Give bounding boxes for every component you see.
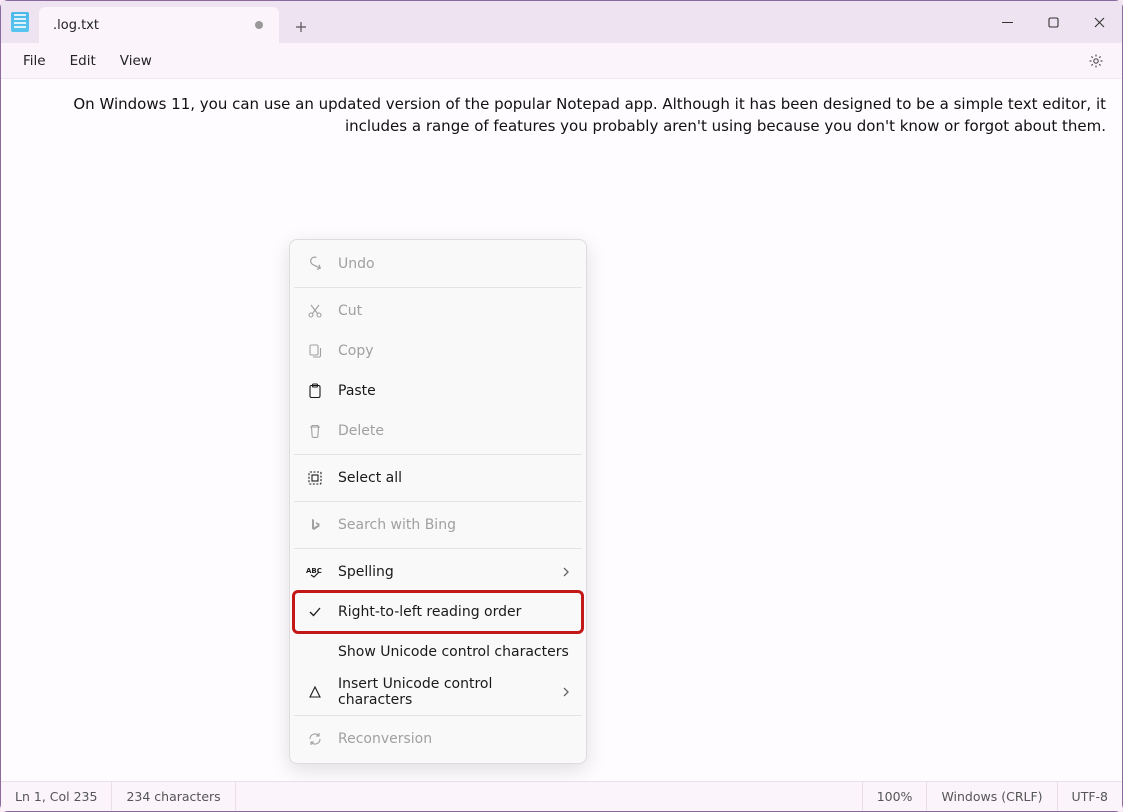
tab-title: .log.txt — [53, 18, 247, 33]
status-position[interactable]: Ln 1, Col 235 — [1, 782, 112, 811]
ctx-search-bing: Search with Bing — [294, 505, 582, 545]
ctx-rtl-reading-order[interactable]: Right-to-left reading order — [294, 592, 582, 632]
ctx-show-unicode[interactable]: Show Unicode control characters — [294, 632, 582, 672]
ctx-label: Copy — [338, 343, 570, 359]
ctx-reconversion: Reconversion — [294, 719, 582, 759]
titlebar: .log.txt — [1, 1, 1122, 43]
tab-active[interactable]: .log.txt — [39, 7, 279, 43]
check-icon — [306, 603, 324, 621]
ctx-label: Select all — [338, 470, 570, 486]
context-menu: Undo Cut Copy Paste Delete Select all Se… — [289, 239, 587, 764]
ctx-copy: Copy — [294, 331, 582, 371]
chevron-right-icon — [562, 566, 570, 578]
copy-icon — [306, 342, 324, 360]
insert-unicode-icon — [306, 683, 324, 701]
ctx-spelling[interactable]: ABC Spelling — [294, 552, 582, 592]
menubar: File Edit View — [1, 43, 1122, 79]
spelling-icon: ABC — [306, 563, 324, 581]
svg-text:ABC: ABC — [306, 567, 322, 575]
ctx-label: Cut — [338, 303, 570, 319]
paste-icon — [306, 382, 324, 400]
new-tab-button[interactable] — [283, 11, 319, 43]
minimize-button[interactable] — [984, 1, 1030, 43]
bing-icon — [306, 516, 324, 534]
ctx-label: Show Unicode control characters — [338, 644, 570, 660]
ctx-select-all[interactable]: Select all — [294, 458, 582, 498]
menu-edit[interactable]: Edit — [58, 49, 108, 73]
ctx-paste[interactable]: Paste — [294, 371, 582, 411]
ctx-undo: Undo — [294, 244, 582, 284]
ctx-label: Insert Unicode control characters — [338, 676, 548, 708]
editor-text: On Windows 11, you can use an updated ve… — [17, 93, 1106, 137]
close-button[interactable] — [1076, 1, 1122, 43]
app-icon — [1, 1, 39, 43]
status-zoom[interactable]: 100% — [863, 782, 928, 811]
ctx-insert-unicode[interactable]: Insert Unicode control characters — [294, 672, 582, 712]
statusbar: Ln 1, Col 235 234 characters 100% Window… — [1, 781, 1122, 811]
tab-strip: .log.txt — [39, 1, 984, 43]
separator — [294, 454, 582, 455]
select-all-icon — [306, 469, 324, 487]
menu-file[interactable]: File — [11, 49, 58, 73]
ctx-delete: Delete — [294, 411, 582, 451]
ctx-label: Spelling — [338, 564, 548, 580]
undo-icon — [306, 255, 324, 273]
ctx-label: Reconversion — [338, 731, 570, 747]
ctx-label: Paste — [338, 383, 570, 399]
reconversion-icon — [306, 730, 324, 748]
separator — [294, 715, 582, 716]
delete-icon — [306, 422, 324, 440]
window-controls — [984, 1, 1122, 43]
status-characters: 234 characters — [112, 782, 235, 811]
status-encoding: UTF-8 — [1058, 782, 1122, 811]
chevron-right-icon — [562, 686, 570, 698]
cut-icon — [306, 302, 324, 320]
notepad-icon — [11, 12, 29, 32]
unsaved-indicator-icon — [255, 21, 263, 29]
menu-view[interactable]: View — [108, 49, 164, 73]
status-line-ending: Windows (CRLF) — [927, 782, 1057, 811]
ctx-cut: Cut — [294, 291, 582, 331]
ctx-label: Delete — [338, 423, 570, 439]
gear-icon — [1087, 52, 1105, 70]
maximize-button[interactable] — [1030, 1, 1076, 43]
separator — [294, 548, 582, 549]
blank-icon — [306, 643, 324, 661]
separator — [294, 287, 582, 288]
separator — [294, 501, 582, 502]
ctx-label: Undo — [338, 256, 570, 272]
ctx-label: Right-to-left reading order — [338, 604, 570, 620]
ctx-label: Search with Bing — [338, 517, 570, 533]
settings-button[interactable] — [1080, 45, 1112, 77]
